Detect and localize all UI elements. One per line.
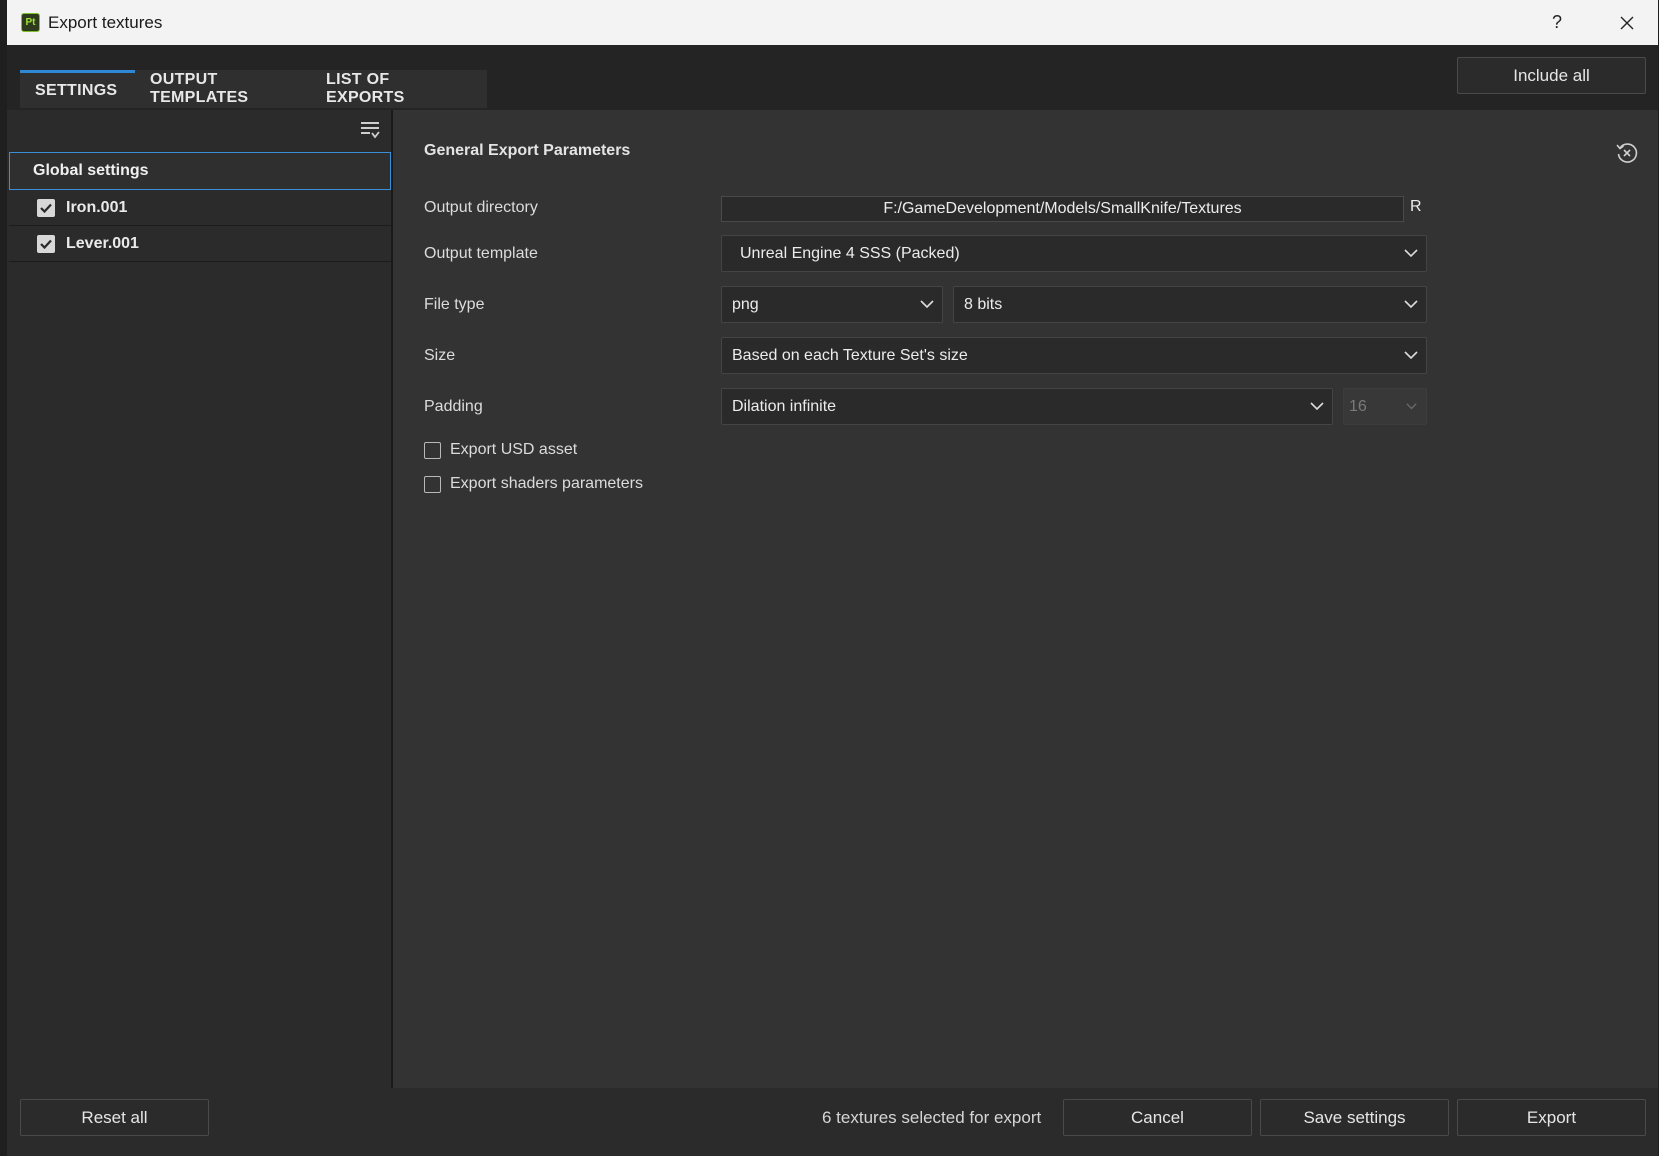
filter-list-icon[interactable] [359,119,381,141]
close-button[interactable] [1604,0,1650,45]
list-item[interactable]: Lever.001 [9,226,391,262]
chevron-down-icon [1396,389,1426,424]
export-usd-checkbox[interactable] [424,441,441,459]
export-parameters-panel: General Export Parameters Output directo… [393,110,1658,1088]
tab-list-of-exports[interactable]: LIST OF EXPORTS [311,70,487,108]
tab-output-templates[interactable]: OUTPUT TEMPLATES [135,70,311,108]
file-format-value: png [732,295,759,313]
chevron-down-icon [1396,338,1426,373]
close-icon [1620,16,1634,29]
padding-distance-dropdown: 16 [1343,388,1427,425]
output-directory-reset-button[interactable]: R [1410,198,1422,216]
chevron-down-icon [1302,389,1332,424]
export-usd-label: Export USD asset [450,441,578,458]
bit-depth-dropdown[interactable]: 8 bits [953,286,1427,323]
list-item-label: Iron.001 [66,198,128,216]
list-item[interactable]: Iron.001 [9,190,391,226]
help-button[interactable]: ? [1534,0,1580,45]
size-label: Size [424,347,456,364]
checkbox-checked-icon[interactable] [37,198,55,217]
output-template-dropdown[interactable]: Unreal Engine 4 SSS (Packed) [721,235,1427,272]
file-format-dropdown[interactable]: png [721,286,943,323]
size-value: Based on each Texture Set's size [732,346,968,364]
global-settings-item[interactable]: Global settings [9,152,391,190]
padding-distance-value: 16 [1349,397,1367,415]
include-all-button[interactable]: Include all [1457,57,1646,94]
window-title: Export textures [48,12,163,32]
export-shaders-checkbox-row[interactable]: Export shaders parameters [424,475,643,493]
reset-parameters-icon[interactable] [1615,141,1639,165]
chevron-down-icon [1396,287,1426,322]
chevron-down-icon [912,287,942,322]
size-dropdown[interactable]: Based on each Texture Set's size [721,337,1427,374]
tab-bar: SETTINGS OUTPUT TEMPLATES LIST OF EXPORT… [7,45,1658,110]
output-template-value: Unreal Engine 4 SSS (Packed) [740,244,960,262]
checkbox-checked-icon[interactable] [37,234,55,253]
export-usd-checkbox-row[interactable]: Export USD asset [424,441,577,459]
title-bar: Pt Export textures ? [7,0,1658,45]
output-directory-field[interactable]: F:/GameDevelopment/Models/SmallKnife/Tex… [721,196,1404,222]
export-status-text: 6 textures selected for export [822,1108,1042,1127]
output-directory-label: Output directory [424,199,538,216]
export-shaders-checkbox[interactable] [424,475,441,493]
chevron-down-icon [1396,236,1426,271]
help-icon: ? [1551,12,1562,32]
list-item-label: Lever.001 [66,234,139,252]
app-logo-icon: Pt [21,13,40,32]
export-button[interactable]: Export [1457,1099,1646,1136]
save-settings-button[interactable]: Save settings [1260,1099,1449,1136]
section-title: General Export Parameters [424,142,631,159]
padding-label: Padding [424,398,483,415]
padding-dropdown[interactable]: Dilation infinite [721,388,1333,425]
footer-bar: Reset all 6 textures selected for export… [7,1088,1658,1156]
tab-settings[interactable]: SETTINGS [20,70,135,108]
export-textures-dialog: Pt Export textures ? SETTINGS OUTPUT TEM… [7,0,1658,1156]
bit-depth-value: 8 bits [964,295,1003,313]
file-type-label: File type [424,296,485,313]
output-template-label: Output template [424,245,538,262]
export-shaders-label: Export shaders parameters [450,475,643,492]
reset-all-button[interactable]: Reset all [20,1099,209,1136]
cancel-button[interactable]: Cancel [1063,1099,1252,1136]
padding-value: Dilation infinite [732,397,837,415]
texture-set-list: Global settings Iron.001 Lever.001 [7,110,393,1088]
